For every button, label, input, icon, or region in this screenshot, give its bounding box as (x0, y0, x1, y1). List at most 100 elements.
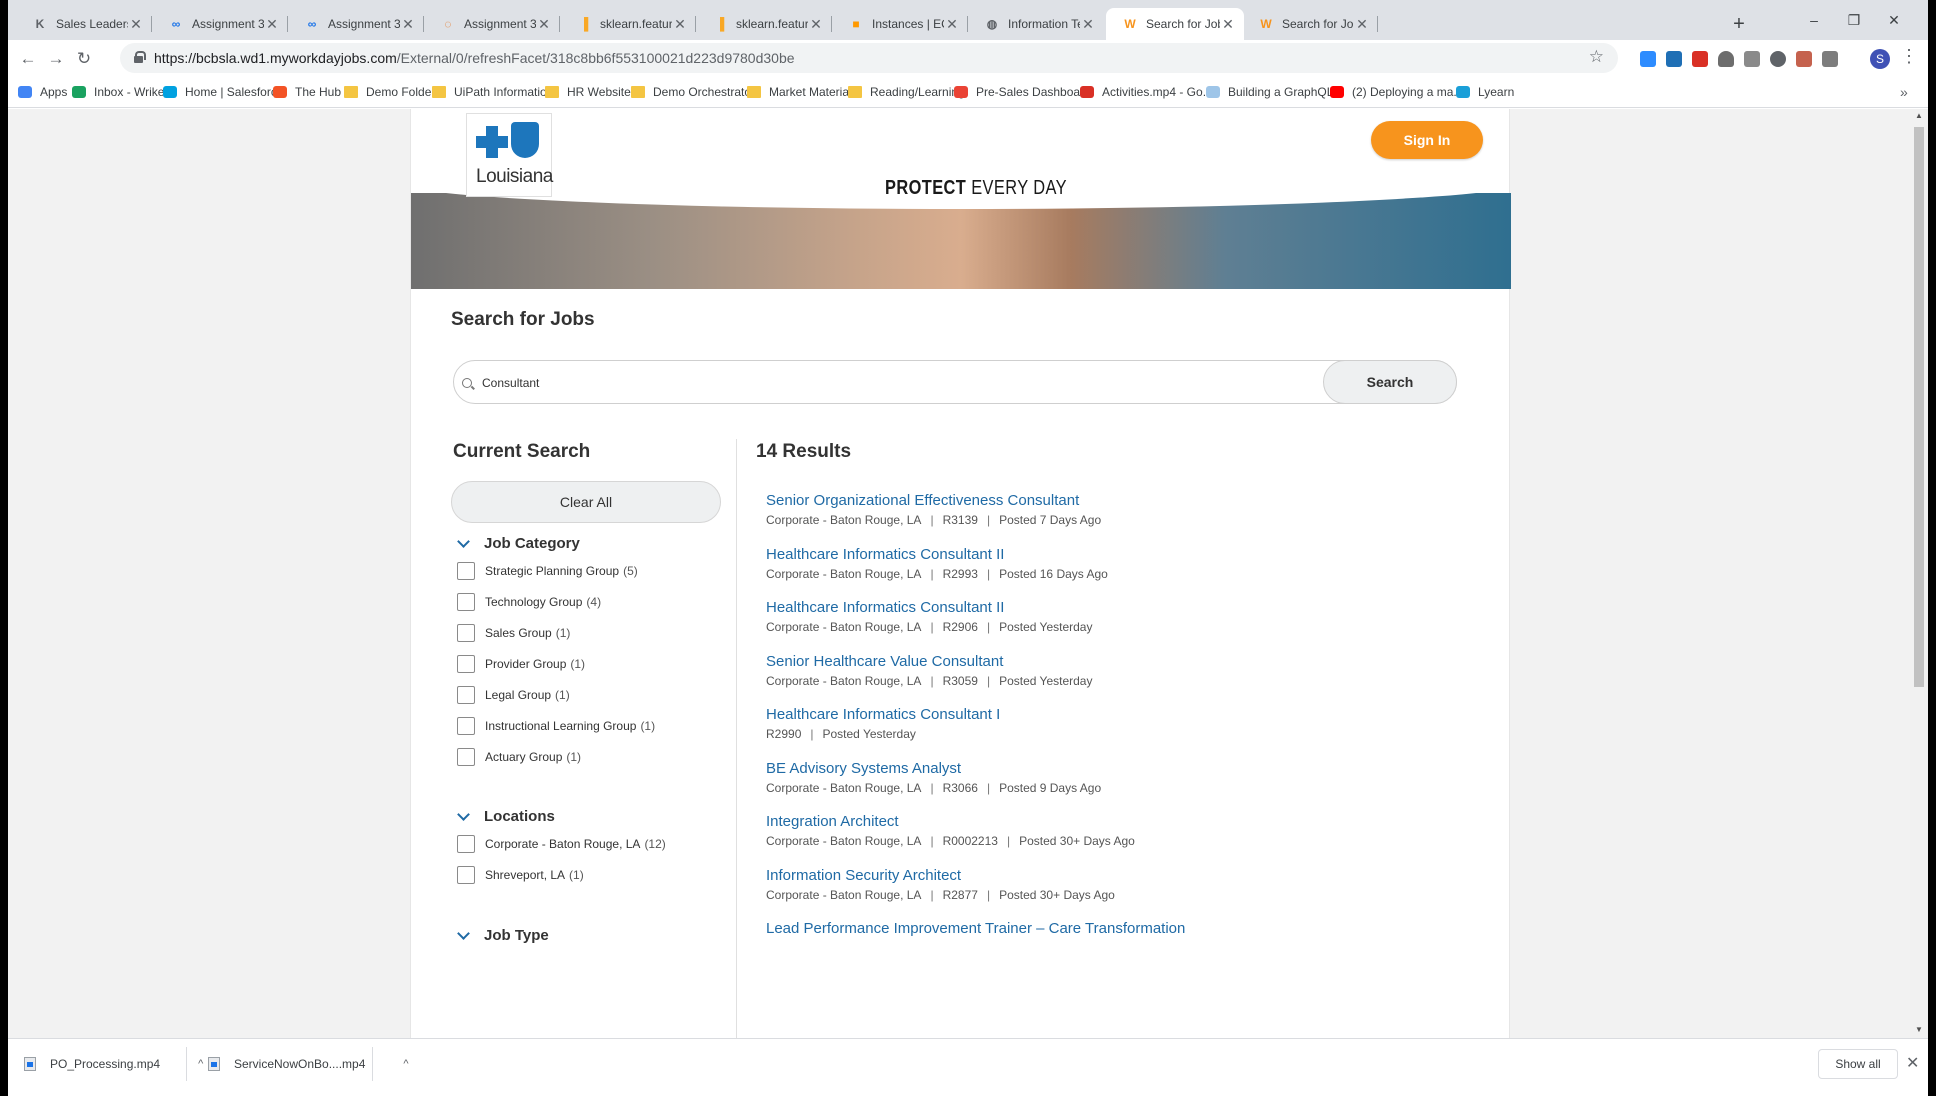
bookmark-star-icon[interactable]: ☆ (1589, 47, 1604, 67)
search-button[interactable]: Search (1323, 360, 1457, 404)
close-tab-icon[interactable]: ✕ (1354, 16, 1370, 33)
chevron-down-icon[interactable] (457, 807, 470, 821)
bookmark-item[interactable]: Building a GraphQL... (1206, 85, 1343, 99)
browser-tab[interactable]: W Search for Jobs✕ (1106, 8, 1244, 40)
facet-option[interactable]: Legal Group (1) (457, 686, 570, 704)
download-item[interactable]: PO_Processing.mp4 ^ (24, 1039, 203, 1089)
close-window-icon[interactable]: ✕ (1874, 8, 1914, 32)
browser-tab[interactable]: W Search for Jobs✕ (1242, 8, 1378, 40)
job-title-link[interactable]: Information Security Architect (766, 867, 1115, 884)
facet-heading-job-category[interactable]: Job Category (457, 534, 580, 552)
bookmark-item[interactable]: Pre-Sales Dashboar... (954, 85, 1093, 99)
pdf-extension-icon[interactable] (1692, 51, 1708, 67)
search-input[interactable] (482, 373, 1282, 393)
facet-option[interactable]: Shreveport, LA (1) (457, 866, 584, 884)
bookmark-item[interactable]: Demo Orchestrator (631, 85, 755, 99)
more-menu-icon[interactable]: ⋮ (1900, 46, 1918, 67)
facet-option[interactable]: Strategic Planning Group (5) (457, 562, 638, 580)
close-tab-icon[interactable]: ✕ (944, 16, 960, 33)
bookmark-item[interactable]: HR Websites (545, 85, 637, 99)
close-tab-icon[interactable]: ✕ (808, 16, 824, 33)
chevron-down-icon[interactable] (457, 926, 470, 940)
uipath-extension-icon[interactable] (1666, 51, 1682, 67)
bookmarks-overflow-icon[interactable]: » (1900, 84, 1908, 100)
job-title-link[interactable]: Healthcare Informatics Consultant II (766, 546, 1108, 563)
sign-in-button[interactable]: Sign In (1371, 121, 1483, 159)
profile-avatar[interactable]: S (1870, 49, 1890, 69)
job-title-link[interactable]: Integration Architect (766, 813, 1135, 830)
browser-tab[interactable]: ■ Instances | EC2 Man✕ (832, 8, 968, 40)
scroll-down-icon[interactable]: ▼ (1914, 1025, 1924, 1034)
bookmark-item[interactable]: Lyearn (1456, 85, 1514, 99)
show-all-button[interactable]: Show all (1818, 1049, 1898, 1079)
facet-option[interactable]: Corporate - Baton Rouge, LA (12) (457, 835, 666, 853)
zoom-extension-icon[interactable] (1640, 51, 1656, 67)
facet-checkbox[interactable] (457, 562, 475, 580)
bookmark-item[interactable]: (2) Deploying a ma... (1330, 85, 1463, 99)
download-item[interactable]: ServiceNowOnBo....mp4 ^ (208, 1039, 409, 1089)
browser-tab[interactable]: ◍ Information Techno✕ (968, 8, 1104, 40)
chevron-up-icon[interactable]: ^ (198, 1058, 203, 1070)
url-text[interactable]: https://bcbsla.wd1.myworkdayjobs.com/Ext… (154, 50, 795, 66)
close-tab-icon[interactable]: ✕ (1220, 16, 1236, 33)
close-tab-icon[interactable]: ✕ (128, 16, 144, 33)
chevron-down-icon[interactable] (457, 534, 470, 548)
job-title-link[interactable]: Healthcare Informatics Consultant II (766, 599, 1092, 616)
clear-all-button[interactable]: Clear All (451, 481, 721, 523)
minimize-icon[interactable]: – (1794, 8, 1834, 32)
back-icon[interactable]: ← (14, 46, 42, 72)
scrollbar-thumb[interactable] (1914, 127, 1924, 687)
facet-checkbox[interactable] (457, 866, 475, 884)
facet-option[interactable]: Instructional Learning Group (1) (457, 717, 655, 735)
facet-checkbox[interactable] (457, 686, 475, 704)
facet-checkbox[interactable] (457, 624, 475, 642)
job-title-link[interactable]: Lead Performance Improvement Trainer – C… (766, 920, 1185, 937)
close-tab-icon[interactable]: ✕ (536, 16, 552, 33)
forward-icon[interactable]: → (42, 46, 70, 72)
circle-extension-icon[interactable] (1770, 51, 1786, 67)
browser-tab[interactable]: ▐ sklearn.feature_extr✕ (696, 8, 832, 40)
close-shelf-icon[interactable]: ✕ (1906, 1053, 1919, 1073)
bookmark-item[interactable]: The Hub (273, 85, 341, 99)
puzzle-extension-icon[interactable] (1822, 51, 1838, 67)
facet-checkbox[interactable] (457, 748, 475, 766)
facet-option[interactable]: Technology Group (4) (457, 593, 601, 611)
close-tab-icon[interactable]: ✕ (264, 16, 280, 33)
bookmark-item[interactable]: Reading/Learning (848, 85, 965, 99)
job-title-link[interactable]: Senior Organizational Effectiveness Cons… (766, 492, 1101, 509)
bookmark-item[interactable]: Inbox - Wrike (72, 85, 164, 99)
page-scrollbar[interactable]: ▲ ▼ (1910, 109, 1928, 1038)
bookmark-item[interactable]: Apps (18, 85, 67, 99)
job-title-link[interactable]: Senior Healthcare Value Consultant (766, 653, 1092, 670)
job-title-link[interactable]: Healthcare Informatics Consultant I (766, 706, 1000, 723)
company-logo[interactable]: Louisiana (466, 113, 553, 197)
facet-option[interactable]: Sales Group (1) (457, 624, 570, 642)
bookmark-item[interactable]: Activities.mp4 - Go... (1080, 85, 1213, 99)
restore-icon[interactable]: ❐ (1834, 8, 1874, 32)
facet-checkbox[interactable] (457, 593, 475, 611)
address-bar[interactable]: https://bcbsla.wd1.myworkdayjobs.com/Ext… (120, 43, 1618, 73)
facet-checkbox[interactable] (457, 835, 475, 853)
lock-icon[interactable] (134, 51, 146, 63)
browser-tab[interactable]: ◌ Assignment 3 ✕ (424, 8, 560, 40)
facet-checkbox[interactable] (457, 717, 475, 735)
bookmark-item[interactable]: UiPath Information (432, 85, 553, 99)
new-tab-icon[interactable]: + (1725, 10, 1753, 38)
close-tab-icon[interactable]: ✕ (400, 16, 416, 33)
facet-heading-job-type[interactable]: Job Type (457, 926, 549, 944)
scroll-up-icon[interactable]: ▲ (1914, 111, 1924, 120)
browser-tab[interactable]: K Sales Leaders Name✕ (16, 8, 152, 40)
reload-icon[interactable]: ↻ (70, 46, 98, 72)
facet-option[interactable]: Actuary Group (1) (457, 748, 581, 766)
acrobat-extension-icon[interactable] (1796, 51, 1812, 67)
facet-checkbox[interactable] (457, 655, 475, 673)
close-tab-icon[interactable]: ✕ (672, 16, 688, 33)
browser-tab[interactable]: ∞ Assignment 3 Subm✕ (152, 8, 288, 40)
facet-option[interactable]: Provider Group (1) (457, 655, 585, 673)
bookmark-item[interactable]: Home | Salesforce (163, 85, 284, 99)
close-tab-icon[interactable]: ✕ (1080, 16, 1096, 33)
facet-heading-locations[interactable]: Locations (457, 807, 555, 825)
chevron-up-icon[interactable]: ^ (403, 1058, 408, 1070)
job-title-link[interactable]: BE Advisory Systems Analyst (766, 760, 1101, 777)
browser-tab[interactable]: ∞ Assignment 3 | Cou✕ (288, 8, 424, 40)
